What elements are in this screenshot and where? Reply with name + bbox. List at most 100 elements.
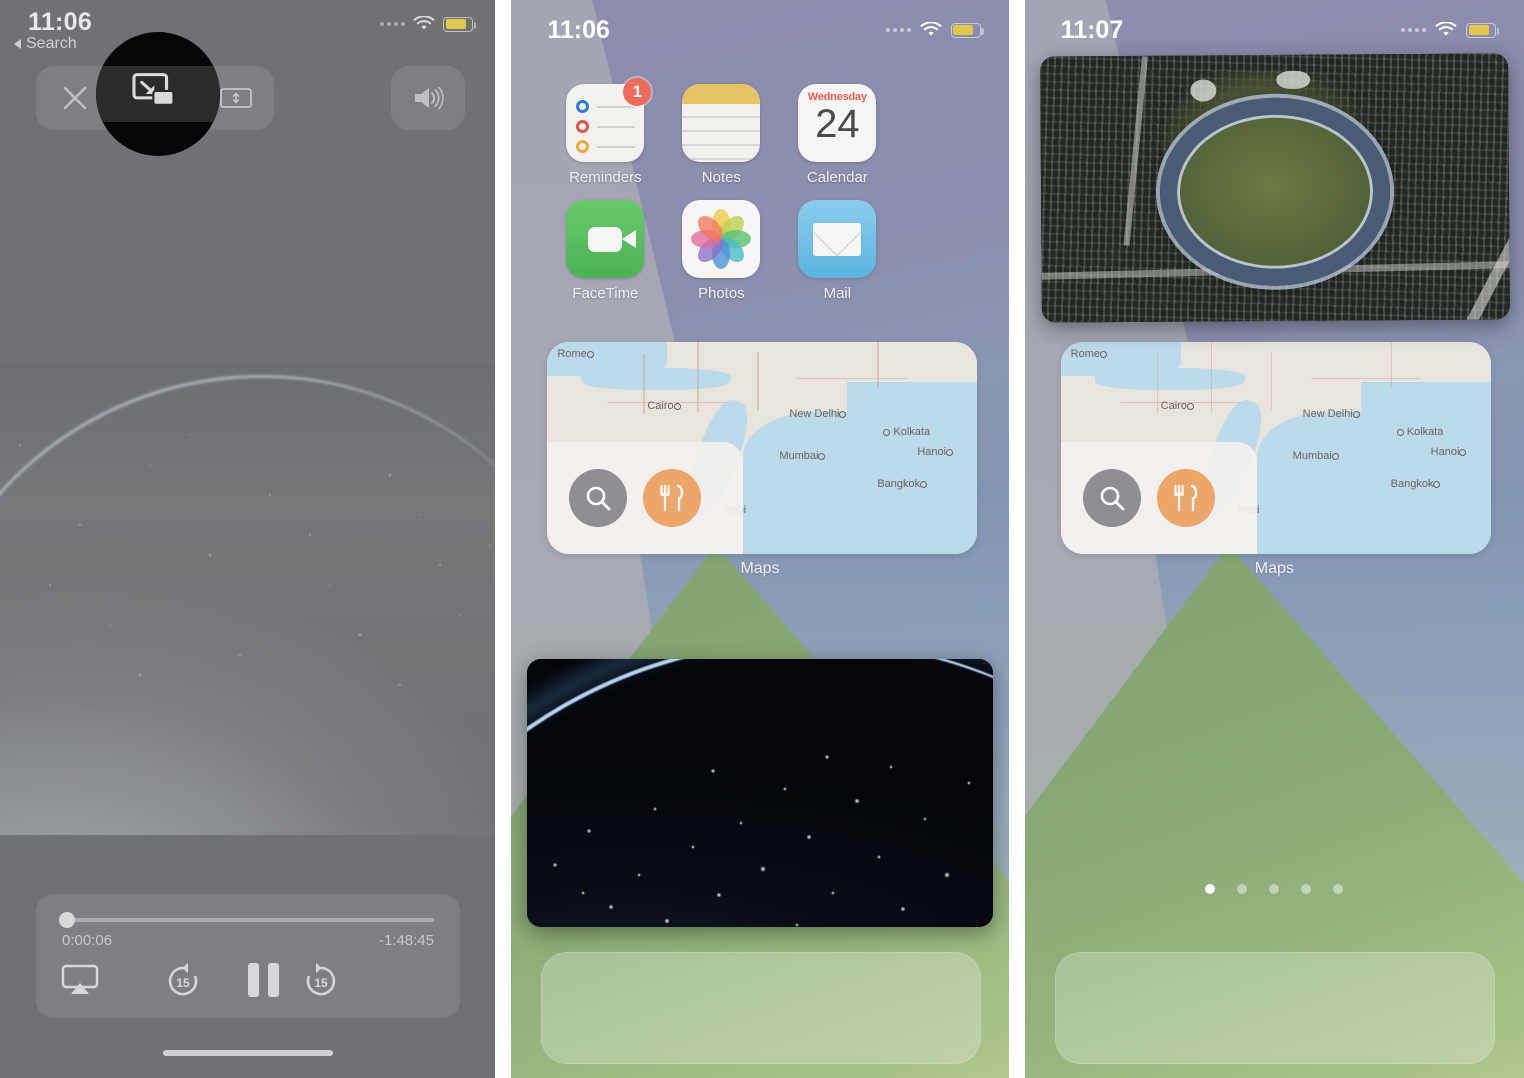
time-readouts: 0:00:06 -1:48:45 bbox=[62, 932, 434, 949]
scrubber-track[interactable] bbox=[59, 912, 434, 928]
status-time: 11:06 bbox=[547, 16, 610, 44]
panel-home-pip-bottom: 11:06 1 Reminders Notes Wednesday 24 Cal… bbox=[511, 0, 1009, 1078]
playback-controls-card: 0:00:06 -1:48:45 15 15 bbox=[36, 894, 460, 1018]
app-facetime[interactable]: FaceTime bbox=[547, 200, 663, 302]
back-to-search-link[interactable]: Search bbox=[14, 35, 77, 53]
facetime-icon bbox=[566, 200, 645, 278]
battery-icon bbox=[1466, 22, 1499, 38]
scrubber-thumb[interactable] bbox=[59, 912, 75, 928]
cellular-signal-icon bbox=[1401, 28, 1426, 32]
mail-icon bbox=[798, 200, 877, 278]
pause-icon bbox=[248, 963, 279, 997]
status-bar: 11:06 bbox=[511, 0, 1008, 60]
map-city-label: New Delhi bbox=[1303, 408, 1360, 420]
chevron-left-icon bbox=[14, 39, 21, 49]
notes-icon bbox=[682, 84, 761, 162]
home-indicator[interactable] bbox=[162, 1050, 333, 1056]
app-label: Calendar bbox=[806, 169, 868, 186]
earth-video-frame bbox=[0, 365, 496, 835]
airplay-button[interactable] bbox=[60, 963, 100, 997]
map-city-label: Cairo bbox=[1161, 400, 1194, 412]
maps-quick-actions bbox=[1060, 442, 1257, 554]
remaining-time: -1:48:45 bbox=[378, 932, 434, 949]
apple-park-ring-building bbox=[1159, 96, 1391, 287]
panel-home-pip-top: 11:07 Rome Cairo New Delhi Kolkata Hanoi… bbox=[1024, 0, 1524, 1078]
widget-maps[interactable]: Rome Cairo New Delhi Kolkata Hanoi Mumba… bbox=[1060, 342, 1491, 554]
page-dot[interactable] bbox=[1301, 884, 1312, 894]
app-notes[interactable]: Notes bbox=[663, 84, 779, 186]
pip-video-window[interactable] bbox=[1039, 53, 1510, 323]
map-city-label: Rome bbox=[557, 348, 594, 360]
city-lights bbox=[527, 697, 994, 927]
map-restaurants-button[interactable] bbox=[643, 469, 702, 527]
elapsed-time: 0:00:06 bbox=[62, 932, 113, 949]
photos-icon bbox=[682, 200, 761, 278]
app-label: Notes bbox=[701, 169, 741, 186]
map-city-label: Bangkok bbox=[877, 478, 928, 490]
map-city-label: Hanoi bbox=[917, 446, 954, 458]
widget-label: Maps bbox=[740, 560, 780, 577]
pip-video-window[interactable] bbox=[527, 659, 994, 927]
volume-icon bbox=[415, 86, 444, 110]
app-label: Mail bbox=[823, 285, 852, 302]
apple-park-satellite-video bbox=[1039, 53, 1510, 323]
screenshot-strip: 11:06 Search 0:00:06 -1:48:45 15 15 11:0… bbox=[0, 0, 1524, 1078]
app-label: FaceTime bbox=[572, 285, 639, 302]
page-dot[interactable] bbox=[1237, 884, 1248, 894]
map-city-label: Mumbai bbox=[1293, 450, 1339, 462]
cellular-signal-icon bbox=[380, 22, 406, 26]
app-mail[interactable]: Mail bbox=[779, 200, 895, 302]
search-icon bbox=[587, 486, 611, 511]
dock-widget-placeholder[interactable] bbox=[1054, 952, 1495, 1064]
map-search-button[interactable] bbox=[1082, 469, 1141, 527]
panel-divider bbox=[495, 0, 512, 1078]
status-indicators bbox=[885, 22, 984, 38]
restaurant-icon bbox=[660, 484, 684, 512]
app-reminders[interactable]: 1 Reminders bbox=[547, 78, 663, 186]
battery-icon bbox=[950, 22, 984, 38]
widget-maps[interactable]: Rome Cairo New Delhi Kolkata Hanoi Mumba… bbox=[547, 342, 978, 554]
back-link-label: Search bbox=[26, 35, 77, 52]
status-time: 11:07 bbox=[1060, 16, 1124, 44]
page-dot[interactable] bbox=[1333, 884, 1344, 894]
map-restaurants-button[interactable] bbox=[1156, 469, 1215, 527]
page-indicator[interactable] bbox=[1025, 884, 1524, 894]
volume-button[interactable] bbox=[391, 66, 466, 130]
notification-badge: 1 bbox=[623, 78, 652, 106]
forward-15-label: 15 bbox=[314, 976, 328, 990]
app-label: Photos bbox=[697, 285, 745, 302]
map-city-label: New Delhi bbox=[789, 408, 847, 420]
panel-divider bbox=[1008, 0, 1025, 1078]
rewind-15-button[interactable]: 15 bbox=[162, 959, 204, 1001]
picture-in-picture-icon bbox=[132, 73, 175, 106]
play-pause-button[interactable] bbox=[248, 963, 279, 997]
map-city-label: Cairo bbox=[647, 400, 681, 412]
forward-15-button[interactable]: 15 bbox=[300, 959, 342, 1001]
dock-widget-placeholder[interactable] bbox=[541, 952, 982, 1064]
aspect-ratio-icon bbox=[220, 88, 252, 108]
rewind-15-icon: 15 bbox=[168, 963, 198, 996]
calendar-day: 24 bbox=[815, 102, 860, 146]
earth-from-space-video bbox=[527, 659, 994, 927]
calendar-icon: Wednesday 24 bbox=[798, 84, 877, 162]
app-label: Reminders bbox=[569, 169, 642, 186]
restaurant-icon bbox=[1174, 484, 1197, 512]
panel-video-player: 11:06 Search 0:00:06 -1:48:45 15 15 bbox=[0, 0, 496, 1078]
page-dot[interactable] bbox=[1269, 884, 1280, 894]
stars-layer bbox=[0, 405, 496, 705]
cellular-signal-icon bbox=[885, 28, 911, 32]
close-icon bbox=[63, 86, 87, 110]
status-indicators bbox=[380, 16, 477, 32]
app-photos[interactable]: Photos bbox=[663, 200, 779, 302]
page-dot[interactable] bbox=[1205, 884, 1216, 894]
widget-label: Maps bbox=[1254, 560, 1294, 577]
maps-quick-actions bbox=[547, 442, 744, 554]
map-search-button[interactable] bbox=[569, 469, 628, 527]
app-grid: 1 Reminders Notes Wednesday 24 Calendar … bbox=[547, 78, 977, 316]
airplay-icon bbox=[61, 964, 99, 994]
app-calendar[interactable]: Wednesday 24 Calendar bbox=[779, 84, 895, 186]
map-city-label: Mumbai bbox=[779, 450, 826, 462]
magnifier-callout bbox=[96, 32, 220, 156]
forward-15-icon: 15 bbox=[306, 963, 336, 996]
wifi-icon bbox=[1435, 22, 1457, 36]
